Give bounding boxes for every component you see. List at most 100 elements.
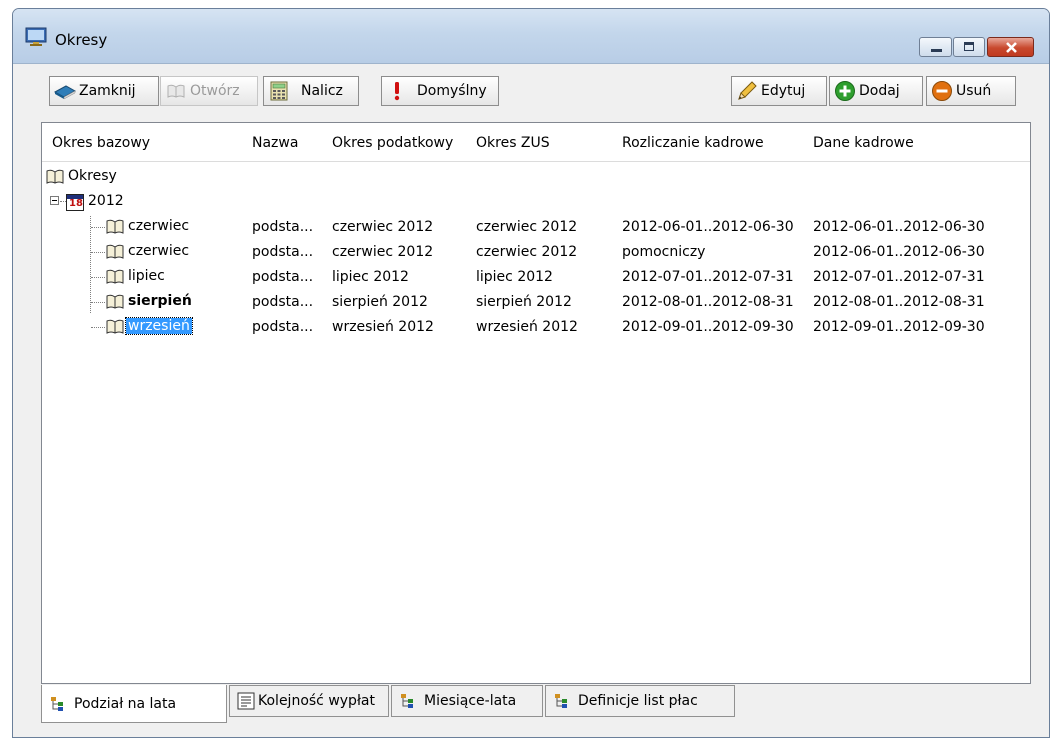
row-hr-data: 2012-09-01..2012-09-30 xyxy=(813,319,985,335)
row-base-period: czerwiec xyxy=(128,243,190,259)
tab-payroll-definitions[interactable]: Definicje list płac xyxy=(545,685,735,717)
tab-months-years-label: Miesiące-lata xyxy=(424,693,517,709)
row-tax: sierpień 2012 xyxy=(332,294,428,310)
minimize-button[interactable] xyxy=(919,37,952,57)
column-header-base-period[interactable]: Okres bazowy xyxy=(52,135,150,151)
tree-year-label: 2012 xyxy=(88,193,124,209)
edit-button[interactable]: Edytuj xyxy=(731,76,827,106)
minus-circle-icon xyxy=(931,80,953,102)
default-button[interactable]: Domyślny xyxy=(381,76,499,106)
tree-connector xyxy=(91,327,105,328)
column-header-tax-period[interactable]: Okres podatkowy xyxy=(332,135,453,151)
open-button[interactable]: Otwórz xyxy=(160,76,258,106)
bottom-tabs: Podział na lata Kolejność wypłat Miesiąc… xyxy=(33,685,1049,725)
open-book-icon xyxy=(106,319,124,334)
tab-months-years[interactable]: Miesiące-lata xyxy=(391,685,543,717)
row-hr-data: 2012-06-01..2012-06-30 xyxy=(813,244,985,260)
add-button-label: Dodaj xyxy=(859,83,900,99)
tree-connector xyxy=(91,302,105,303)
tab-payout-order[interactable]: Kolejność wypłat xyxy=(229,685,389,717)
tree-icon xyxy=(552,691,572,711)
periods-window: Okresy Zamknij Otwórz Nalicz Domyślny Ed… xyxy=(12,8,1050,738)
maximize-icon xyxy=(964,42,974,51)
close-button-label: Zamknij xyxy=(79,83,136,99)
row-name: podsta... xyxy=(252,269,314,285)
row-hr-settlement: 2012-06-01..2012-06-30 xyxy=(622,219,794,235)
row-tax: czerwiec 2012 xyxy=(332,219,434,235)
row-zus: sierpień 2012 xyxy=(476,294,572,310)
row-hr-settlement: 2012-08-01..2012-08-31 xyxy=(622,294,794,310)
row-base-period: czerwiec xyxy=(128,218,190,234)
table-row[interactable]: lipiec podsta... lipiec 2012 lipiec 2012 201… xyxy=(42,265,1030,290)
row-base-period: sierpień xyxy=(128,293,192,309)
row-tax: wrzesień 2012 xyxy=(332,319,434,335)
row-zus: lipiec 2012 xyxy=(476,269,553,285)
open-book-icon xyxy=(106,294,124,309)
column-header-hr-data[interactable]: Dane kadrowe xyxy=(813,135,914,151)
calculator-icon xyxy=(268,80,290,102)
calendar-icon: 18 xyxy=(66,194,84,211)
row-name: podsta... xyxy=(252,244,314,260)
row-name: podsta... xyxy=(252,294,314,310)
open-book-icon xyxy=(106,219,124,234)
close-window-button[interactable] xyxy=(987,37,1034,57)
tab-payroll-definitions-label: Definicje list płac xyxy=(578,693,698,709)
row-base-period: lipiec xyxy=(128,268,165,284)
row-hr-settlement: 2012-07-01..2012-07-31 xyxy=(622,269,794,285)
app-icon xyxy=(25,27,47,47)
open-book-icon xyxy=(106,269,124,284)
pencil-icon xyxy=(736,80,758,102)
toolbar: Zamknij Otwórz Nalicz Domyślny Edytuj Do… xyxy=(13,64,1049,119)
calculate-button-label: Nalicz xyxy=(301,83,343,99)
tree-connector xyxy=(91,227,105,228)
tree-icon xyxy=(48,694,68,714)
table-row[interactable]: wrzesień podsta... wrzesień 2012 wrzesień 2… xyxy=(42,315,1030,340)
plus-circle-icon xyxy=(834,80,856,102)
remove-button[interactable]: Usuń xyxy=(926,76,1016,106)
row-tax: czerwiec 2012 xyxy=(332,244,434,260)
row-zus: czerwiec 2012 xyxy=(476,244,578,260)
row-tax: lipiec 2012 xyxy=(332,269,409,285)
default-button-label: Domyślny xyxy=(417,83,487,99)
row-hr-settlement: pomocniczy xyxy=(622,244,706,260)
tree-root-label: Okresy xyxy=(68,168,117,184)
column-header-hr-settlement[interactable]: Rozliczanie kadrowe xyxy=(622,135,764,151)
calculate-button[interactable]: Nalicz xyxy=(263,76,359,106)
open-button-label: Otwórz xyxy=(190,83,240,99)
row-name: podsta... xyxy=(252,319,314,335)
maximize-button[interactable] xyxy=(953,37,985,57)
title-bar[interactable]: Okresy xyxy=(13,9,1049,64)
table-row[interactable]: sierpień podsta... sierpień 2012 sierpień 2… xyxy=(42,290,1030,315)
column-header-zus-period[interactable]: Okres ZUS xyxy=(476,135,550,151)
edit-button-label: Edytuj xyxy=(761,83,806,99)
grid-header: Okres bazowy Nazwa Okres podatkowy Okres… xyxy=(42,123,1030,162)
tab-split-by-years-label: Podział na lata xyxy=(74,695,177,712)
tab-payout-order-label: Kolejność wypłat xyxy=(258,693,375,709)
closed-book-icon xyxy=(54,80,76,102)
close-button[interactable]: Zamknij xyxy=(49,76,159,106)
table-row[interactable]: czerwiec podsta... czerwiec 2012 czerwiec 2… xyxy=(42,215,1030,240)
open-book-icon xyxy=(106,244,124,259)
row-base-period: wrzesień xyxy=(125,317,193,335)
exclamation-icon xyxy=(386,80,408,102)
tree-connector xyxy=(91,277,105,278)
window-title: Okresy xyxy=(55,31,108,49)
add-button[interactable]: Dodaj xyxy=(829,76,923,106)
remove-button-label: Usuń xyxy=(956,83,992,99)
tree-icon xyxy=(398,691,418,711)
row-hr-settlement: 2012-09-01..2012-09-30 xyxy=(622,319,794,335)
tree-connector xyxy=(91,252,105,253)
row-hr-data: 2012-07-01..2012-07-31 xyxy=(813,269,985,285)
tree-root-row[interactable]: Okresy xyxy=(42,165,1030,190)
close-icon xyxy=(1006,42,1017,53)
row-zus: czerwiec 2012 xyxy=(476,219,578,235)
row-name: podsta... xyxy=(252,219,314,235)
table-row[interactable]: czerwiec podsta... czerwiec 2012 czerwiec 2… xyxy=(42,240,1030,265)
row-hr-data: 2012-08-01..2012-08-31 xyxy=(813,294,985,310)
collapse-toggle[interactable] xyxy=(50,196,59,205)
column-header-name[interactable]: Nazwa xyxy=(252,135,298,151)
tab-split-by-years[interactable]: Podział na lata xyxy=(41,685,227,723)
tree-year-row[interactable]: 18 2012 xyxy=(42,190,1030,215)
periods-tree-grid[interactable]: Okres bazowy Nazwa Okres podatkowy Okres… xyxy=(41,122,1031,684)
open-book-icon xyxy=(165,80,187,102)
